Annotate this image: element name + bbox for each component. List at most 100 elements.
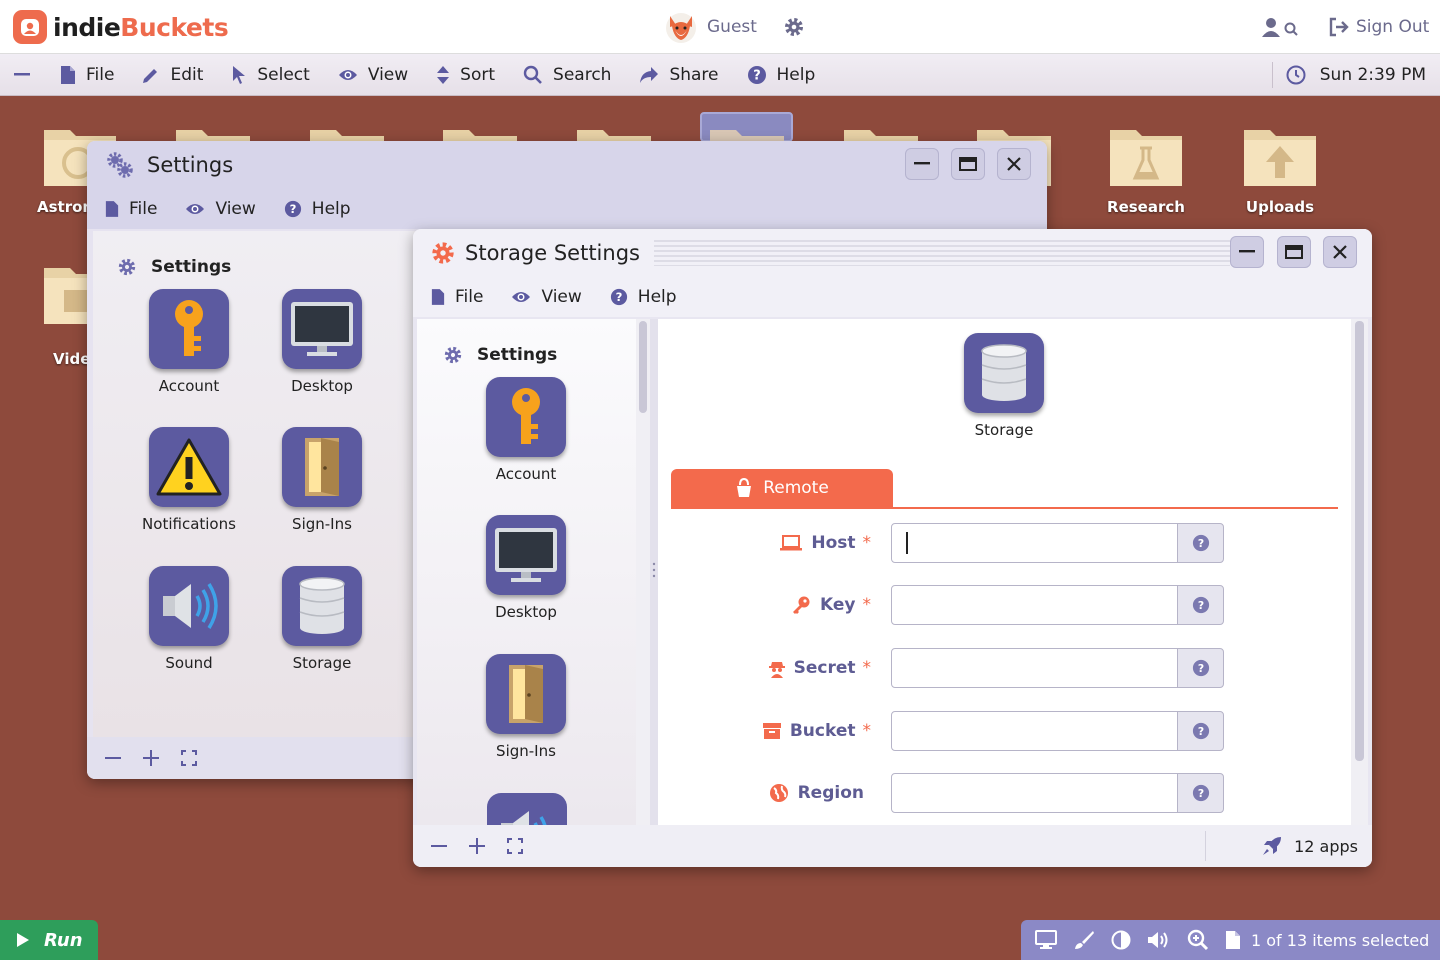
menu-sort[interactable]: Sort: [436, 65, 495, 85]
fox-avatar-icon[interactable]: [664, 10, 698, 44]
plus-icon[interactable]: [143, 750, 159, 766]
help-icon: ?: [1192, 596, 1209, 614]
paint-brush-icon[interactable]: [1073, 930, 1095, 950]
key-help-button[interactable]: ?: [1177, 585, 1224, 625]
brand-logo[interactable]: indie Buckets: [13, 10, 229, 44]
secret-help-button[interactable]: ?: [1177, 648, 1224, 688]
app-sound-partial[interactable]: [487, 793, 567, 825]
desktop-icon-research[interactable]: Research: [1091, 124, 1201, 216]
minus-icon[interactable]: [431, 838, 447, 854]
field-row-host: Host * ?: [658, 523, 1351, 563]
run-button[interactable]: Run: [0, 920, 98, 960]
app-notifications[interactable]: Notifications: [129, 427, 249, 533]
minus-icon[interactable]: [105, 750, 121, 766]
menu-search[interactable]: Search: [523, 65, 611, 85]
secret-input[interactable]: [891, 648, 1178, 688]
field-row-region: Region ?: [658, 773, 1351, 813]
scrollbar-thumb[interactable]: [1355, 321, 1364, 761]
region-help-button[interactable]: ?: [1177, 773, 1224, 813]
bucket-input[interactable]: [891, 711, 1178, 751]
sign-out-button[interactable]: Sign Out: [1328, 17, 1429, 37]
user-search-icon[interactable]: [1262, 17, 1300, 39]
zoom-in-icon[interactable]: [1187, 929, 1209, 951]
app-sign-ins[interactable]: Sign-Ins: [466, 654, 586, 760]
storage-menu-help[interactable]: ? Help: [610, 287, 677, 307]
storage-settings-window[interactable]: Storage Settings File View ? Help Settin…: [413, 229, 1372, 867]
menu-sort-label: Sort: [460, 64, 496, 85]
menu-file[interactable]: File: [60, 65, 114, 85]
help-icon: ?: [610, 288, 627, 306]
form-scrollbar[interactable]: [1351, 319, 1368, 825]
key-icon: [486, 377, 566, 457]
bucket-logo-icon: [13, 10, 47, 44]
run-label: Run: [44, 929, 83, 951]
menu-select[interactable]: Select: [231, 65, 310, 85]
menu-help[interactable]: ? Help: [747, 65, 815, 85]
eye-icon: [512, 292, 531, 302]
pane-splitter[interactable]: [650, 319, 658, 825]
contrast-icon[interactable]: [1111, 930, 1131, 950]
key-input[interactable]: [891, 585, 1178, 625]
app-desktop[interactable]: Desktop: [466, 515, 586, 621]
eye-icon: [338, 69, 357, 80]
key-label: Key *: [791, 585, 871, 625]
host-input[interactable]: [891, 523, 1178, 563]
minimize-icon: [1239, 250, 1255, 253]
monitor-icon[interactable]: [1035, 930, 1057, 950]
settings-menu-file[interactable]: File: [105, 199, 157, 219]
tab-remote[interactable]: Remote: [671, 469, 893, 507]
desktop-icon-uploads[interactable]: Uploads: [1225, 124, 1335, 216]
settings-menu-view[interactable]: View: [185, 199, 256, 219]
clock[interactable]: Sun 2:39 PM: [1286, 54, 1426, 96]
app-label: Desktop: [291, 377, 353, 395]
app-sign-ins[interactable]: Sign-Ins: [262, 427, 382, 533]
tab-underline: [671, 507, 1338, 509]
svg-text:?: ?: [1197, 787, 1203, 800]
menu-view[interactable]: View: [338, 65, 408, 85]
flask-folder-icon: [1110, 130, 1182, 186]
app-account[interactable]: Account: [129, 289, 249, 395]
footer-divider: [1205, 831, 1206, 861]
settings-menu-help[interactable]: ? Help: [284, 199, 351, 219]
top-bar: indie Buckets Guest Sign Out: [0, 0, 1440, 54]
fullscreen-icon[interactable]: [507, 838, 523, 854]
collapse-icon[interactable]: [14, 72, 30, 77]
region-input[interactable]: [891, 773, 1178, 813]
app-sound[interactable]: Sound: [129, 566, 249, 672]
user-name[interactable]: Guest: [707, 17, 757, 37]
settings-menu-bar: File View ? Help: [87, 189, 1047, 229]
title-bar-grip[interactable]: [654, 240, 1230, 266]
host-help-button[interactable]: ?: [1177, 523, 1224, 563]
close-button[interactable]: [997, 148, 1031, 180]
storage-menu-view[interactable]: View: [511, 287, 582, 307]
field-row-key: Key * ?: [658, 585, 1351, 625]
app-storage[interactable]: Storage: [262, 566, 382, 672]
required-marker: *: [862, 533, 872, 553]
maximize-button[interactable]: [951, 148, 985, 180]
bucket-help-button[interactable]: ?: [1177, 711, 1224, 751]
storage-menu-file[interactable]: File: [431, 287, 483, 307]
app-label: Sign-Ins: [496, 742, 556, 760]
menu-share[interactable]: Share: [639, 65, 719, 85]
close-button[interactable]: [1323, 236, 1357, 268]
database-icon: [282, 566, 362, 646]
fullscreen-icon[interactable]: [181, 750, 197, 766]
scrollbar-thumb[interactable]: [639, 321, 647, 413]
maximize-button[interactable]: [1277, 236, 1311, 268]
speaker-icon: [487, 793, 567, 825]
plus-icon[interactable]: [469, 838, 485, 854]
svg-text:?: ?: [1197, 599, 1203, 612]
upload-folder-icon: [1244, 130, 1316, 186]
gear-icon[interactable]: [783, 16, 805, 38]
menu-edit[interactable]: Edit: [142, 65, 203, 85]
minimize-button[interactable]: [905, 148, 939, 180]
app-list-scrollbar[interactable]: [636, 319, 650, 825]
settings-window-title: Settings: [147, 153, 234, 177]
gears-icon: [107, 152, 133, 178]
settings-title-bar[interactable]: Settings: [87, 141, 1047, 189]
app-account[interactable]: Account: [466, 377, 586, 483]
app-desktop[interactable]: Desktop: [262, 289, 382, 395]
volume-icon[interactable]: [1147, 930, 1171, 950]
minimize-button[interactable]: [1230, 236, 1264, 268]
laptop-icon: [780, 535, 803, 551]
